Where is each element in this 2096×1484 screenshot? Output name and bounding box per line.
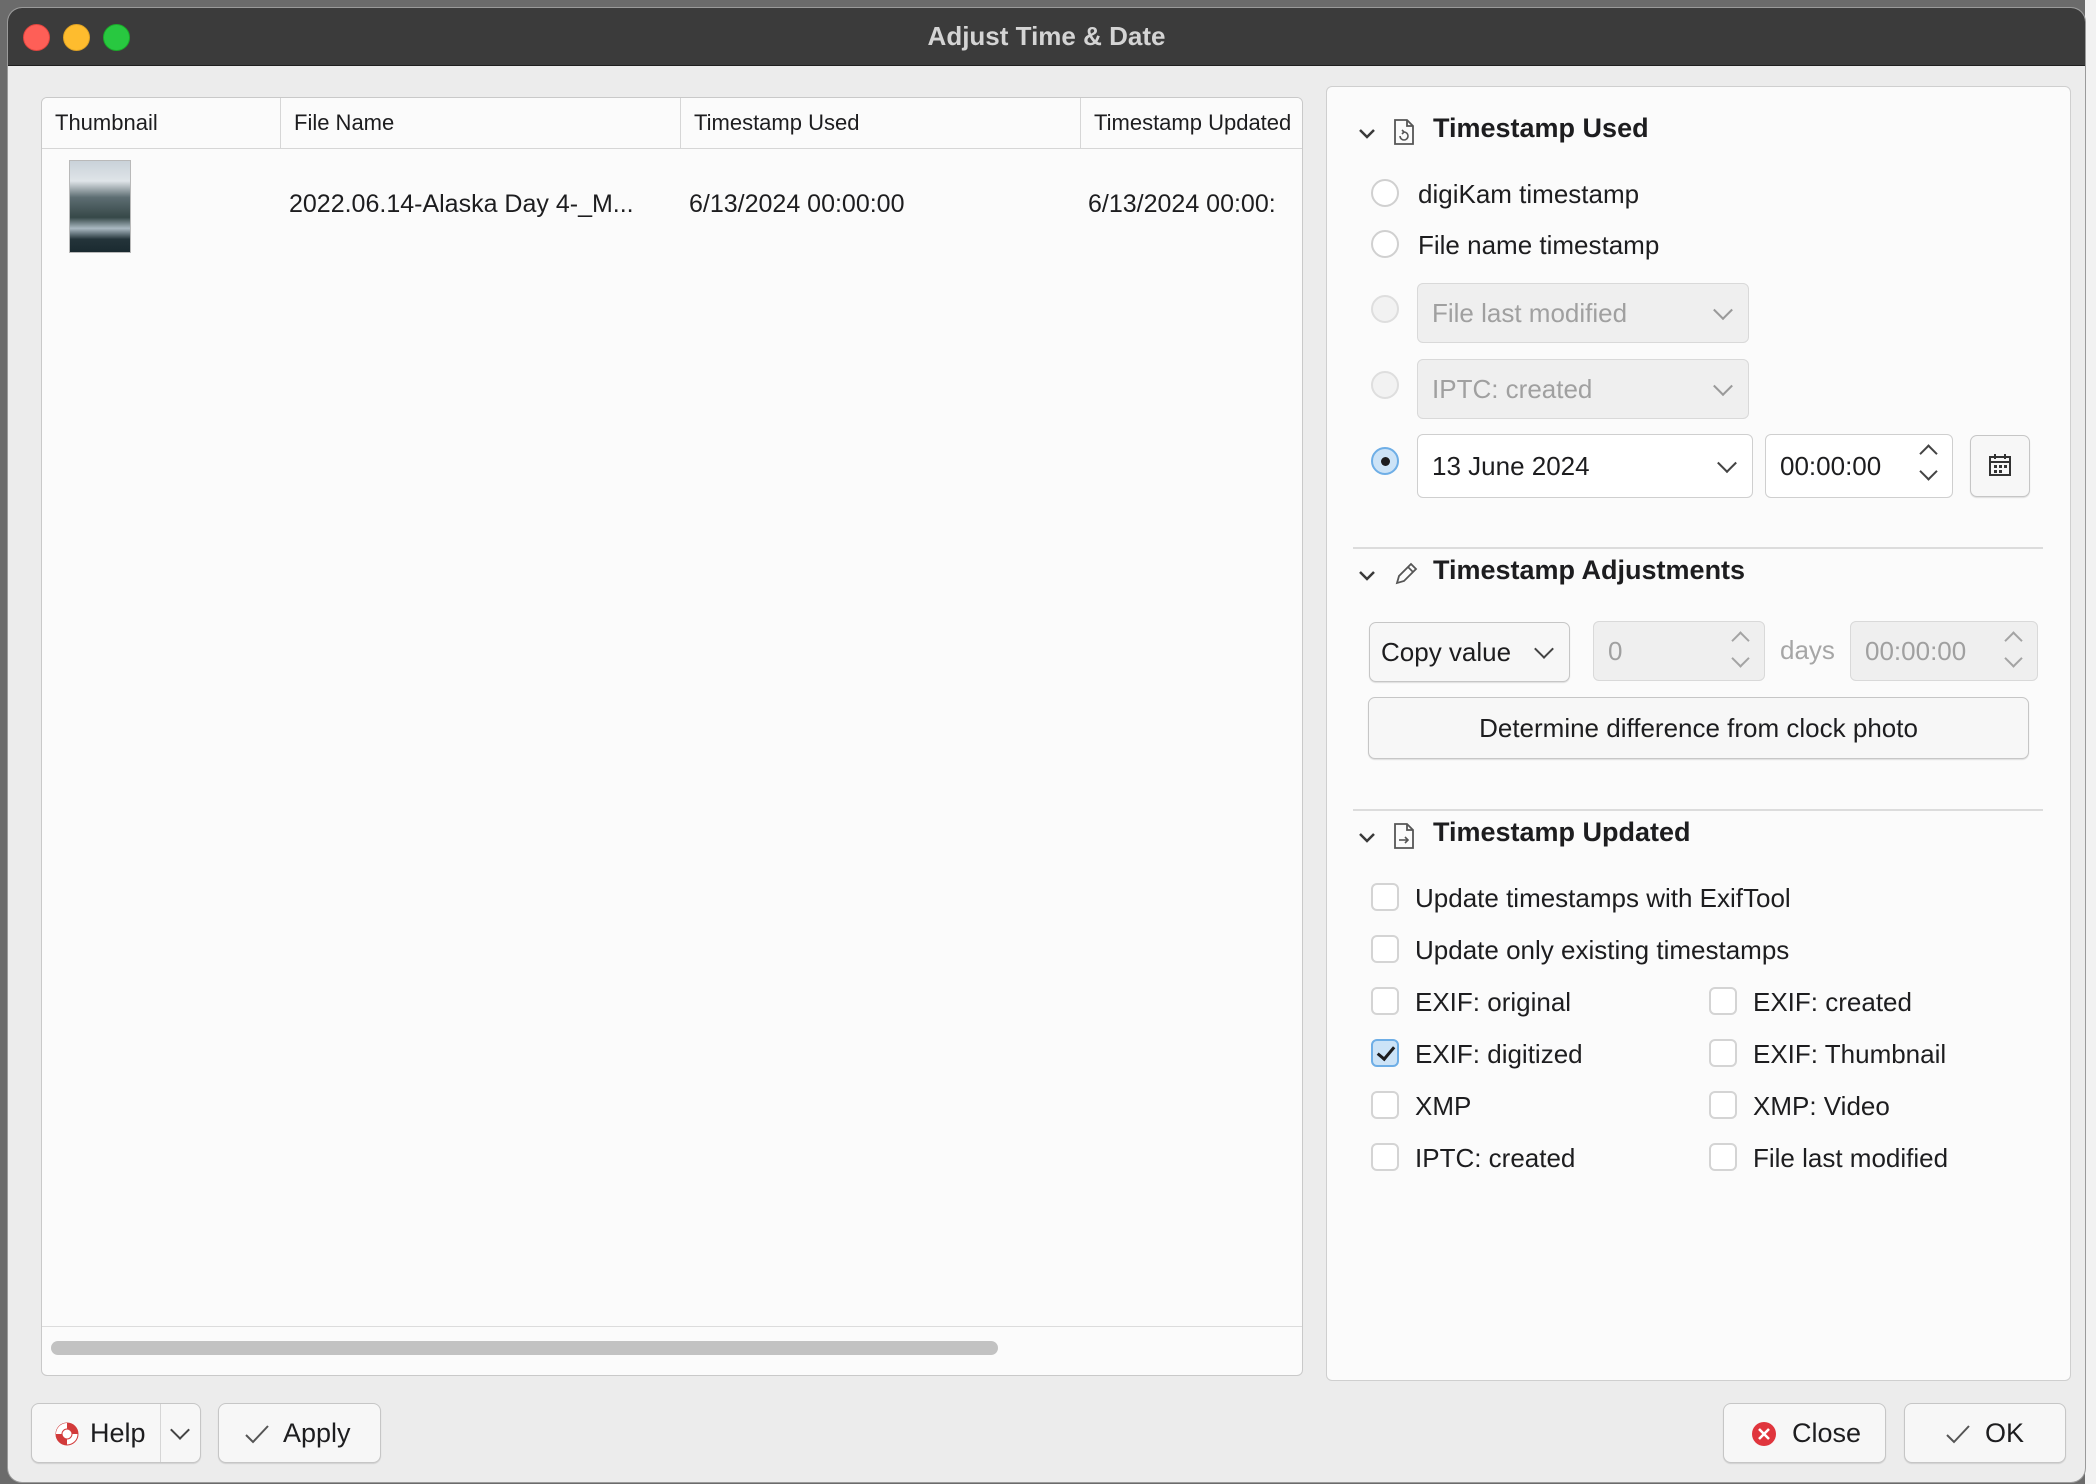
label-xmp-video[interactable]: XMP: Video bbox=[1753, 1091, 1890, 1122]
column-header-timestamp-updated[interactable]: Timestamp Updated bbox=[1081, 98, 1302, 148]
label-file-last-modified[interactable]: File last modified bbox=[1753, 1143, 1948, 1174]
radio-metadata-timestamp[interactable] bbox=[1371, 371, 1399, 399]
metadata-timestamp-value: IPTC: created bbox=[1432, 374, 1593, 404]
scrollbar-divider bbox=[42, 1326, 1302, 1327]
column-header-file-name[interactable]: File Name bbox=[281, 98, 681, 148]
ok-button[interactable]: OK bbox=[1904, 1403, 2066, 1463]
checkmark-icon bbox=[245, 1425, 269, 1444]
adjustment-mode-value: Copy value bbox=[1381, 637, 1512, 667]
label-exif-created[interactable]: EXIF: created bbox=[1753, 987, 1912, 1018]
document-export-icon bbox=[1393, 823, 1415, 849]
help-button[interactable]: Help bbox=[31, 1403, 201, 1463]
cell-timestamp-used: 6/13/2024 00:00:00 bbox=[689, 190, 905, 218]
label-exif-digitized[interactable]: EXIF: digitized bbox=[1415, 1039, 1583, 1070]
label-digikam-timestamp[interactable]: digiKam timestamp bbox=[1418, 179, 1639, 210]
photo-thumbnail bbox=[69, 160, 131, 253]
label-exif-thumbnail[interactable]: EXIF: Thumbnail bbox=[1753, 1039, 1946, 1070]
days-spinbox[interactable]: 0 bbox=[1593, 621, 1765, 681]
pencil-icon bbox=[1393, 561, 1418, 587]
chevron-down-icon bbox=[1713, 300, 1733, 321]
window-title: Adjust Time & Date bbox=[927, 21, 1166, 51]
checkbox-exif-digitized[interactable] bbox=[1371, 1039, 1399, 1067]
custom-time-spinbox[interactable]: 00:00:00 bbox=[1765, 434, 1953, 498]
table-header: Thumbnail File Name Timestamp Used Times… bbox=[42, 98, 1302, 149]
checkbox-exif-original[interactable] bbox=[1371, 987, 1399, 1015]
custom-date-value: 13 June 2024 bbox=[1432, 451, 1590, 481]
clock-photo-button[interactable]: Determine difference from clock photo bbox=[1368, 697, 2029, 759]
column-header-timestamp-used[interactable]: Timestamp Used bbox=[681, 98, 1081, 148]
close-circle-icon bbox=[1752, 1422, 1776, 1446]
title-bar[interactable]: Adjust Time & Date bbox=[8, 8, 2085, 66]
chevron-down-icon[interactable] bbox=[1358, 123, 1376, 146]
days-value: 0 bbox=[1608, 636, 1623, 666]
close-label: Close bbox=[1792, 1418, 1862, 1448]
adjust-time-date-dialog: Adjust Time & Date Thumbnail File Name T… bbox=[8, 8, 2085, 1482]
apply-label: Apply bbox=[283, 1418, 351, 1448]
chevron-down-icon[interactable] bbox=[1358, 827, 1376, 850]
section-divider bbox=[1353, 547, 2043, 549]
checkbox-xmp-video[interactable] bbox=[1709, 1091, 1737, 1119]
window-close-button[interactable] bbox=[23, 24, 50, 51]
window-zoom-button[interactable] bbox=[103, 24, 130, 51]
settings-panel: Timestamp Used digiKam timestamp File na… bbox=[1326, 86, 2071, 1381]
chevron-down-icon[interactable] bbox=[170, 1420, 190, 1440]
document-refresh-icon bbox=[1393, 119, 1415, 145]
checkmark-icon bbox=[1946, 1425, 1970, 1444]
horizontal-scrollbar[interactable] bbox=[51, 1341, 998, 1355]
section-title-timestamp-used: Timestamp Used bbox=[1433, 113, 1649, 143]
radio-file-modified[interactable] bbox=[1371, 295, 1399, 323]
checkbox-iptc-created[interactable] bbox=[1371, 1143, 1399, 1171]
ok-label: OK bbox=[1985, 1418, 2025, 1448]
file-timestamp-select[interactable]: File last modified bbox=[1417, 283, 1749, 343]
window-minimize-button[interactable] bbox=[63, 24, 90, 51]
chevron-down-icon bbox=[1713, 376, 1733, 397]
adjustment-mode-select[interactable]: Copy value bbox=[1369, 622, 1570, 682]
table-row[interactable]: 2022.06.14-Alaska Day 4-_M... 6/13/2024 … bbox=[42, 148, 1302, 260]
lifebuoy-icon bbox=[55, 1422, 79, 1446]
checkbox-xmp[interactable] bbox=[1371, 1091, 1399, 1119]
label-exif-original[interactable]: EXIF: original bbox=[1415, 987, 1571, 1018]
label-xmp[interactable]: XMP bbox=[1415, 1091, 1471, 1122]
label-existing-only[interactable]: Update only existing timestamps bbox=[1415, 935, 1789, 966]
chevron-down-icon bbox=[1717, 453, 1737, 474]
spin-arrows-icon[interactable] bbox=[1728, 628, 1752, 678]
radio-file-name-timestamp[interactable] bbox=[1371, 230, 1399, 258]
checkbox-file-last-modified[interactable] bbox=[1709, 1143, 1737, 1171]
section-title-timestamp-updated: Timestamp Updated bbox=[1433, 817, 1691, 847]
file-timestamp-value: File last modified bbox=[1432, 298, 1628, 328]
section-title-timestamp-adjustments: Timestamp Adjustments bbox=[1433, 555, 1746, 585]
checkbox-exif-thumbnail[interactable] bbox=[1709, 1039, 1737, 1067]
close-button[interactable]: Close bbox=[1723, 1403, 1886, 1463]
label-iptc-created[interactable]: IPTC: created bbox=[1415, 1143, 1575, 1174]
column-header-thumbnail[interactable]: Thumbnail bbox=[42, 98, 281, 148]
calendar-button[interactable] bbox=[1970, 435, 2030, 497]
calendar-icon bbox=[1989, 454, 2011, 476]
custom-date-select[interactable]: 13 June 2024 bbox=[1417, 434, 1753, 498]
adjust-time-spinbox[interactable]: 00:00:00 bbox=[1850, 621, 2038, 681]
section-divider bbox=[1353, 809, 2043, 811]
radio-custom-date[interactable] bbox=[1371, 447, 1399, 475]
checkbox-exif-created[interactable] bbox=[1709, 987, 1737, 1015]
background-window-edge bbox=[2085, 0, 2096, 1484]
split-divider bbox=[160, 1404, 161, 1462]
cell-file-name: 2022.06.14-Alaska Day 4-_M... bbox=[289, 190, 634, 218]
chevron-down-icon bbox=[1534, 639, 1554, 659]
help-label: Help bbox=[90, 1418, 146, 1448]
metadata-timestamp-select[interactable]: IPTC: created bbox=[1417, 359, 1749, 419]
radio-digikam-timestamp[interactable] bbox=[1371, 179, 1399, 207]
chevron-down-icon[interactable] bbox=[1358, 565, 1376, 588]
spin-arrows-icon[interactable] bbox=[2001, 628, 2025, 678]
days-label: days bbox=[1780, 635, 1835, 665]
custom-time-value: 00:00:00 bbox=[1780, 451, 1882, 481]
spin-arrows-icon[interactable] bbox=[1916, 441, 1940, 491]
adjust-time-value: 00:00:00 bbox=[1865, 636, 1967, 666]
file-table[interactable]: Thumbnail File Name Timestamp Used Times… bbox=[41, 97, 1303, 1376]
label-file-name-timestamp[interactable]: File name timestamp bbox=[1418, 230, 1659, 261]
apply-button[interactable]: Apply bbox=[218, 1403, 381, 1463]
cell-timestamp-updated: 6/13/2024 00:00: bbox=[1088, 190, 1276, 218]
checkbox-existing-only[interactable] bbox=[1371, 935, 1399, 963]
label-exiftool[interactable]: Update timestamps with ExifTool bbox=[1415, 883, 1791, 914]
checkbox-exiftool[interactable] bbox=[1371, 883, 1399, 911]
